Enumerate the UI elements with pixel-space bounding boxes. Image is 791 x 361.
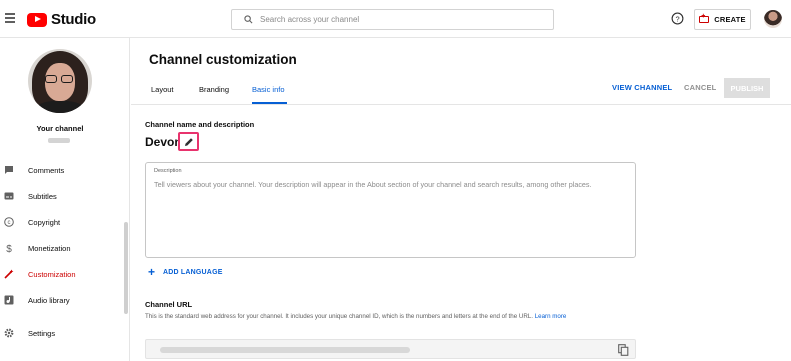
publish-button[interactable]: PUBLISH bbox=[724, 78, 770, 98]
page-title: Channel customization bbox=[149, 52, 297, 67]
sidebar-item-label: Comments bbox=[28, 165, 65, 175]
audio-library-icon bbox=[4, 295, 14, 305]
sidebar-item-audio-library[interactable]: Audio library bbox=[0, 290, 120, 310]
channel-avatar[interactable] bbox=[28, 49, 92, 113]
view-channel-button[interactable]: VIEW CHANNEL bbox=[612, 83, 672, 92]
create-video-icon bbox=[699, 13, 710, 23]
plus-icon: + bbox=[148, 265, 156, 279]
sidebar-item-comments[interactable]: Comments bbox=[0, 160, 120, 180]
create-button[interactable]: CREATE bbox=[694, 9, 751, 30]
your-channel-label: Your channel bbox=[36, 124, 84, 133]
subtitles-icon bbox=[4, 192, 14, 200]
copy-icon[interactable] bbox=[618, 344, 629, 356]
sidebar: Your channel Comments Subtitles c Copyri… bbox=[0, 38, 130, 361]
sidebar-item-settings[interactable]: Settings bbox=[0, 323, 120, 343]
main-content: Channel customization Layout Branding Ba… bbox=[131, 38, 791, 361]
copyright-icon: c bbox=[4, 217, 14, 227]
logo-text: Studio bbox=[51, 11, 96, 28]
description-field[interactable]: Description Tell viewers about your chan… bbox=[145, 162, 636, 258]
active-tab-indicator bbox=[252, 102, 287, 104]
studio-logo[interactable]: Studio bbox=[27, 11, 96, 28]
customization-tabs: Layout Branding Basic info VIEW CHANNEL … bbox=[131, 78, 791, 105]
create-label: CREATE bbox=[714, 15, 746, 24]
youtube-logo-icon bbox=[27, 12, 47, 27]
tab-branding[interactable]: Branding bbox=[199, 85, 229, 94]
svg-text:?: ? bbox=[675, 14, 679, 23]
edit-name-button[interactable] bbox=[178, 132, 199, 151]
search-input[interactable] bbox=[260, 15, 520, 24]
svg-text:c: c bbox=[8, 220, 11, 226]
sidebar-item-label: Customization bbox=[28, 269, 76, 279]
sidebar-item-subtitles[interactable]: Subtitles bbox=[0, 186, 120, 206]
cancel-button[interactable]: CANCEL bbox=[684, 83, 716, 92]
comment-icon bbox=[5, 166, 13, 174]
channel-url-help: This is the standard web address for you… bbox=[145, 312, 625, 322]
sidebar-item-monetization[interactable]: $ Monetization bbox=[0, 238, 120, 258]
pencil-icon bbox=[184, 137, 193, 146]
hamburger-icon[interactable] bbox=[5, 13, 15, 23]
search-icon bbox=[244, 15, 253, 24]
search-bar[interactable] bbox=[231, 9, 554, 30]
channel-url-help-text: This is the standard web address for you… bbox=[145, 313, 533, 320]
description-label: Description bbox=[154, 168, 182, 174]
tab-layout[interactable]: Layout bbox=[151, 85, 174, 94]
channel-url-label: Channel URL bbox=[145, 300, 193, 309]
tab-basic-info[interactable]: Basic info bbox=[252, 85, 285, 94]
channel-handle-redacted bbox=[48, 138, 70, 143]
sidebar-item-label: Subtitles bbox=[28, 191, 57, 201]
avatar[interactable] bbox=[764, 10, 782, 28]
description-placeholder: Tell viewers about your channel. Your de… bbox=[154, 180, 592, 189]
gear-icon bbox=[4, 328, 14, 338]
channel-name: Devon bbox=[145, 135, 182, 149]
add-language-button[interactable]: + ADD LANGUAGE bbox=[148, 265, 223, 279]
help-icon[interactable]: ? bbox=[671, 12, 684, 25]
sidebar-scrollbar[interactable] bbox=[124, 222, 128, 314]
name-section-label: Channel name and description bbox=[145, 120, 255, 129]
sidebar-item-label: Copyright bbox=[28, 217, 61, 227]
sidebar-item-copyright[interactable]: c Copyright bbox=[0, 212, 120, 232]
sidebar-item-label: Settings bbox=[28, 328, 56, 338]
channel-url-redacted bbox=[160, 347, 410, 353]
top-app-bar: Studio ? CREATE bbox=[0, 0, 791, 38]
sidebar-item-label: Monetization bbox=[28, 243, 71, 253]
channel-url-field[interactable] bbox=[145, 339, 636, 359]
svg-text:$: $ bbox=[6, 244, 12, 253]
learn-more-link[interactable]: Learn more bbox=[535, 313, 567, 320]
dollar-icon: $ bbox=[6, 244, 12, 253]
sidebar-item-customization[interactable]: Customization bbox=[0, 264, 120, 284]
sidebar-item-label: Audio library bbox=[28, 295, 70, 305]
magic-wand-icon bbox=[4, 269, 14, 279]
add-language-label: ADD LANGUAGE bbox=[163, 268, 223, 276]
